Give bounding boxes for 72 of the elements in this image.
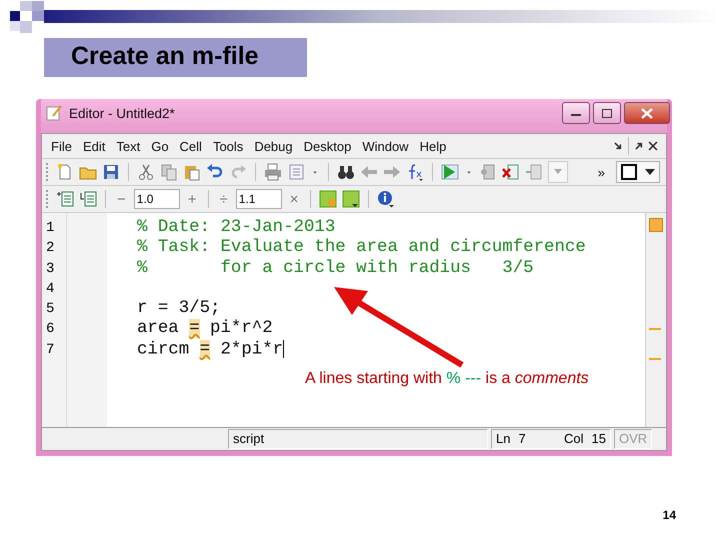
status-mode: script [228, 429, 488, 449]
menu-item[interactable]: Tools [208, 138, 250, 154]
menu-item[interactable]: Edit [78, 138, 112, 154]
insert-cell-icon[interactable] [56, 190, 74, 208]
binoculars-icon[interactable] [337, 163, 355, 181]
dropdown-button[interactable] [548, 161, 568, 183]
column-value: 15 [592, 430, 606, 448]
forward-arrow-icon[interactable] [383, 163, 401, 181]
menu-item[interactable]: Help [414, 138, 452, 154]
divide-button[interactable]: ÷ [216, 190, 231, 208]
copy-icon[interactable] [160, 163, 178, 181]
run-icon[interactable] [441, 163, 459, 181]
clear-breakpoints-icon[interactable] [502, 163, 520, 181]
cell-list-icon[interactable] [79, 190, 97, 208]
column-label: Col [564, 430, 584, 448]
line-number: 4 [45, 280, 56, 299]
square-icon [621, 164, 637, 180]
maximize-icon [602, 108, 612, 118]
save-icon[interactable] [102, 163, 120, 181]
increment-button[interactable]: + [184, 190, 200, 208]
evaluate-cell-icon[interactable] [318, 190, 337, 208]
maximize-button[interactable] [593, 102, 621, 124]
back-arrow-icon[interactable] [360, 163, 378, 181]
cell-icon[interactable] [479, 163, 497, 181]
multiply-button[interactable]: × [286, 190, 302, 208]
page-number: 14 [662, 508, 676, 522]
code-line: % Date: 23-Jan-2013 [137, 218, 336, 237]
line-label: Ln [496, 430, 510, 448]
menu-item[interactable]: Window [357, 138, 415, 154]
window-title: Editor - Untitled2* [69, 106, 175, 120]
annotation-text: A lines starting with % --- is a comments [305, 370, 589, 388]
document-icon[interactable] [287, 163, 305, 181]
close-button[interactable] [624, 102, 670, 124]
number-field[interactable]: 1.1 [236, 189, 282, 209]
close-icon[interactable] [646, 139, 660, 153]
line-number: 7 [45, 340, 56, 360]
code-line: % for a circle with radius 3/5 [137, 258, 534, 278]
close-icon [641, 108, 653, 118]
line-value: 7 [518, 430, 526, 448]
number-field[interactable]: 1.0 [134, 189, 180, 209]
info-icon[interactable] [376, 190, 395, 208]
menu-item[interactable]: Go [146, 138, 175, 154]
warning-indicator [649, 218, 663, 232]
cell-icon[interactable] [525, 163, 543, 181]
overwrite-indicator: OVR [614, 429, 652, 449]
printer-icon[interactable] [264, 163, 282, 181]
slide-title: Create an m-file [44, 38, 307, 77]
menu-item[interactable]: File [46, 138, 78, 154]
code-line: r = 3/5; [137, 299, 220, 318]
code-line: % Task: Evaluate the area and circumference [137, 238, 586, 258]
menu-item[interactable]: Desktop [298, 138, 358, 154]
overflow-button[interactable]: » [592, 164, 611, 180]
caret-icon [554, 169, 562, 175]
editor-icon[interactable] [45, 104, 63, 122]
menu-item[interactable]: Debug [249, 138, 299, 154]
dock-dropdown[interactable] [616, 161, 660, 183]
caret-icon [645, 168, 655, 176]
line-number: 3 [45, 260, 56, 279]
line-number: 6 [45, 320, 56, 340]
minimize-button[interactable] [562, 102, 590, 124]
evaluate-cell-icon[interactable] [342, 190, 360, 208]
line-number: 5 [45, 300, 56, 320]
line-number: 1 [45, 219, 56, 238]
decrement-button[interactable]: − [114, 190, 129, 208]
code-line: area = pi*r^2 [137, 319, 273, 338]
menu-item[interactable]: Cell [174, 138, 208, 154]
cut-icon[interactable] [137, 163, 155, 181]
menu-item[interactable]: Text [111, 138, 146, 154]
code-line: circm = 2*pi*r [137, 340, 284, 360]
paste-icon[interactable] [183, 163, 201, 181]
function-icon[interactable] [406, 163, 424, 181]
line-number: 2 [45, 239, 56, 258]
